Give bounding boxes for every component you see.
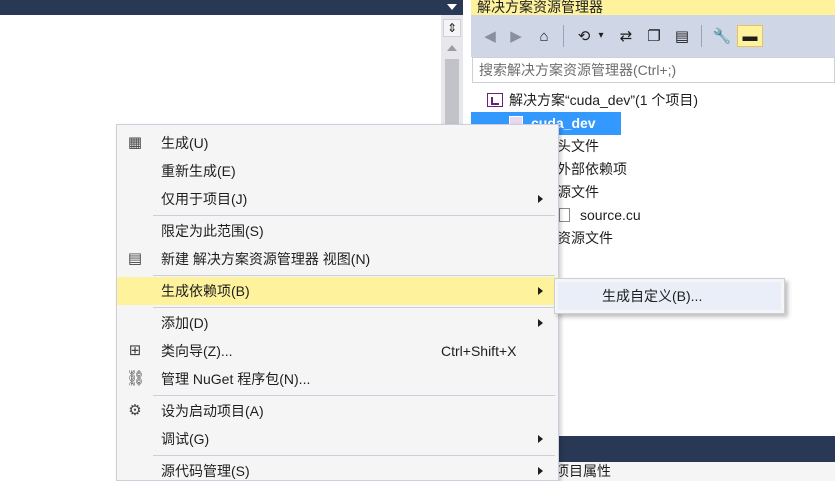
menu-separator [153,275,555,276]
tree-item-resource-files[interactable]: 资源文件 [557,227,613,250]
nuget-icon: ⛓ [126,370,146,387]
submenu-arrow-icon [538,319,543,327]
menu-item-source-control[interactable]: 源代码管理(S) [117,457,558,480]
properties-panel-label: 项目属性 [555,462,835,481]
submenu-arrow-icon [538,467,543,475]
history-dropdown-icon[interactable]: ▾ [595,25,607,47]
preview-icon[interactable]: ▬ [737,25,763,47]
menu-item-project-only[interactable]: 仅用于项目(J) [117,185,558,213]
menu-separator [153,307,555,308]
submenu-arrow-icon [538,435,543,443]
menu-item-add[interactable]: 添加(D) [117,309,558,337]
build-dependencies-submenu: 生成自定义(B)... [554,278,785,314]
properties-icon[interactable]: 🔧 [711,25,733,47]
gear-icon: ⚙ [128,402,142,419]
menu-item-set-startup[interactable]: ⚙ 设为启动项目(A) [117,397,558,425]
solution-explorer-title: 解决方案资源管理器 [471,0,835,15]
menu-item-class-wizard[interactable]: ⊞ 类向导(Z)... Ctrl+Shift+X [117,337,558,365]
toolbar-separator [701,25,702,47]
history-icon[interactable]: ⟲ [573,25,595,47]
tree-item-source-files[interactable]: 源文件 [557,181,599,204]
menu-item-manage-nuget[interactable]: ⛓ 管理 NuGet 程序包(N)... [117,365,558,393]
menu-item-build[interactable]: ▦ 生成(U) [117,129,558,157]
solution-explorer-toolbar: ◀ ▶ ⌂ ⟲ ▾ ⇄ ❐ ▤ 🔧 ▬ [471,15,835,57]
context-menu: ▦ 生成(U) 重新生成(E) 仅用于项目(J) 限定为此范围(S) ▤ 新建 … [116,124,559,481]
menu-separator [153,215,555,216]
show-all-files-icon[interactable]: ▤ [671,25,693,47]
solution-icon [487,93,503,107]
tree-item-headers[interactable]: 头文件 [557,135,599,158]
submenu-item-build-customizations[interactable]: 生成自定义(B)... [558,282,781,310]
tree-item-source-cu[interactable]: source.cu [559,204,641,227]
sync-icon[interactable]: ⇄ [615,25,637,47]
split-window-icon[interactable]: ⇕ [443,19,461,37]
class-wizard-icon: ⊞ [128,342,142,359]
tab-dropdown-icon[interactable] [447,4,457,10]
collapse-all-icon[interactable]: ❐ [643,25,665,47]
editor-tab-strip [0,0,463,15]
back-icon[interactable]: ◀ [479,25,501,47]
properties-panel-title-bar [555,436,835,462]
menu-separator [153,455,555,456]
menu-item-scope-to-this[interactable]: 限定为此范围(S) [117,217,558,245]
menu-item-rebuild[interactable]: 重新生成(E) [117,157,558,185]
file-icon [559,208,570,222]
submenu-arrow-icon [538,195,543,203]
submenu-arrow-icon [538,287,543,295]
build-icon: ▦ [127,134,143,151]
menu-item-new-view[interactable]: ▤ 新建 解决方案资源管理器 视图(N) [117,245,558,273]
solution-explorer-search-input[interactable]: 搜索解决方案资源管理器(Ctrl+;) [472,57,835,83]
menu-item-debug[interactable]: 调试(G) [117,425,558,453]
tree-item-external-deps[interactable]: 外部依赖项 [557,158,627,181]
toolbar-separator [563,25,564,47]
forward-icon[interactable]: ▶ [505,25,527,47]
tree-item-solution[interactable]: 解决方案“cuda_dev”(1 个项目) [487,89,698,112]
home-icon[interactable]: ⌂ [533,25,555,47]
new-view-icon: ▤ [127,250,143,267]
scroll-up-icon[interactable] [447,45,457,51]
menu-item-build-dependencies[interactable]: 生成依赖项(B) [117,277,558,305]
menu-separator [153,395,555,396]
